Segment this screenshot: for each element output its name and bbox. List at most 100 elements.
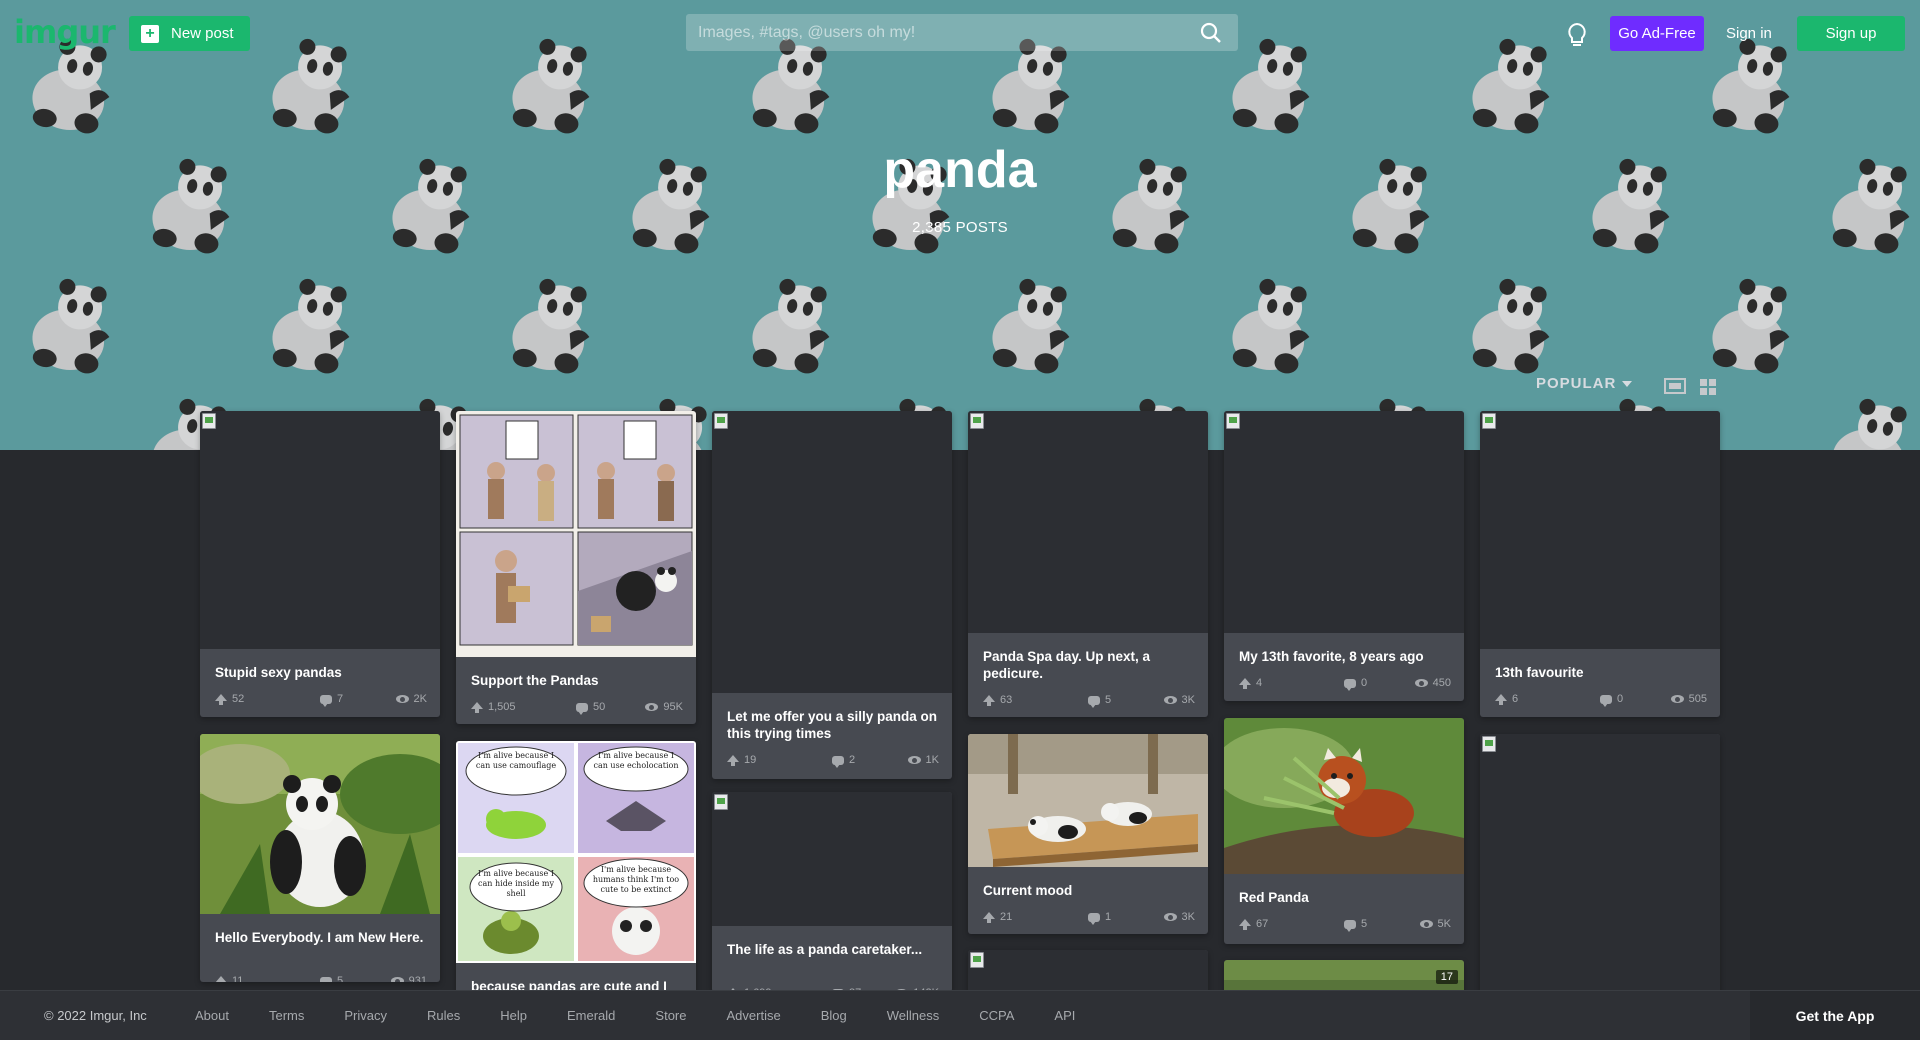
comic-panda-text: I'm alive because humans think I'm too c…: [592, 865, 680, 894]
post-title[interactable]: Hello Everybody. I am New Here.: [215, 929, 430, 946]
post-thumbnail[interactable]: [200, 411, 440, 649]
post-card[interactable]: Stupid sexy pandas 52 7 2K: [200, 411, 440, 717]
gallery-toolbar: POPULAR: [1536, 375, 1716, 395]
post-title[interactable]: Stupid sexy pandas: [215, 664, 430, 681]
post-thumbnail[interactable]: [1480, 734, 1720, 994]
eye-icon: [1163, 913, 1177, 921]
post-title[interactable]: My 13th favorite, 8 years ago: [1239, 648, 1454, 665]
post-card[interactable]: Panda Spa day. Up next, a pedicure. 63 5…: [968, 411, 1208, 717]
post-card[interactable]: I'm alive because I can use camouflage I…: [456, 741, 696, 1001]
post-thumbnail[interactable]: [200, 734, 440, 914]
panda-photo-image: [200, 734, 440, 914]
footer-link-terms[interactable]: Terms: [269, 991, 304, 1040]
post-thumbnail[interactable]: [1224, 718, 1464, 874]
get-the-app-button[interactable]: Get the App: [1750, 991, 1920, 1040]
post-title[interactable]: Support the Pandas: [471, 672, 686, 689]
post-card[interactable]: [1480, 734, 1720, 994]
footer-link-blog[interactable]: Blog: [821, 991, 847, 1040]
sign-up-button[interactable]: Sign up: [1797, 16, 1905, 51]
view-count: 931: [390, 975, 427, 982]
new-post-button[interactable]: + New post: [129, 16, 250, 51]
footer-link-advertise[interactable]: Advertise: [727, 991, 781, 1040]
post-title[interactable]: The life as a panda caretaker...: [727, 941, 942, 958]
comic-bat-text: I'm alive because I can use echolocation: [593, 751, 679, 770]
lightbulb-icon[interactable]: [1566, 22, 1588, 48]
post-card[interactable]: Hello Everybody. I am New Here. 11 5 931: [200, 734, 440, 982]
footer-link-emerald[interactable]: Emerald: [567, 991, 615, 1040]
upvote-count[interactable]: 4: [1239, 677, 1262, 689]
post-card[interactable]: 13th favourite 6 0 505: [1480, 411, 1720, 717]
upvote-count[interactable]: 6: [1495, 693, 1518, 705]
sign-in-link[interactable]: Sign in: [1726, 16, 1772, 51]
search-icon[interactable]: [1200, 22, 1222, 44]
post-thumbnail[interactable]: [1224, 411, 1464, 633]
eye-icon: [907, 756, 921, 764]
comment-count: 50: [576, 701, 605, 715]
broken-image-icon: [970, 952, 984, 968]
post-thumbnail[interactable]: [712, 411, 952, 693]
post-card[interactable]: Support the Pandas 1,505 50 95K: [456, 411, 696, 724]
upvote-count[interactable]: 67: [1239, 918, 1268, 930]
post-title[interactable]: Red Panda: [1239, 889, 1454, 906]
footer-link-privacy[interactable]: Privacy: [344, 991, 387, 1040]
comment-icon: [1344, 919, 1356, 932]
footer-link-rules[interactable]: Rules: [427, 991, 460, 1040]
footer-link-about[interactable]: About: [195, 991, 229, 1040]
copyright-text: © 2022 Imgur, Inc: [44, 1008, 147, 1023]
footer-link-help[interactable]: Help: [500, 991, 527, 1040]
comment-count: 1: [1088, 911, 1111, 925]
upvote-count[interactable]: 63: [983, 694, 1012, 706]
page-footer: © 2022 Imgur, Inc About Terms Privacy Ru…: [0, 990, 1920, 1040]
upvote-count[interactable]: 11: [215, 975, 243, 982]
post-title[interactable]: 13th favourite: [1495, 664, 1710, 681]
post-thumbnail[interactable]: [968, 734, 1208, 867]
footer-link-store[interactable]: Store: [655, 991, 686, 1040]
comment-icon: [576, 702, 588, 715]
post-thumbnail[interactable]: [968, 411, 1208, 633]
eye-icon: [645, 703, 659, 711]
post-card[interactable]: Red Panda 67 5 5K: [1224, 718, 1464, 944]
comment-count: 5: [1088, 694, 1111, 708]
imgur-logo[interactable]: imgur: [14, 14, 116, 50]
eye-icon: [1419, 920, 1433, 928]
upvote-count[interactable]: 21: [983, 911, 1012, 923]
comment-icon: [1088, 695, 1100, 708]
post-card[interactable]: Let me offer you a silly panda on this t…: [712, 411, 952, 779]
new-post-label: New post: [171, 25, 234, 42]
comment-count: 0: [1344, 677, 1367, 691]
post-stats: 19 2 1K: [727, 754, 939, 768]
post-title[interactable]: Panda Spa day. Up next, a pedicure.: [983, 648, 1198, 682]
upvote-count[interactable]: 1,505: [471, 701, 516, 713]
sort-dropdown[interactable]: POPULAR: [1536, 375, 1633, 392]
eye-icon: [390, 977, 404, 982]
grid-view-icon[interactable]: [1699, 378, 1717, 396]
post-thumbnail[interactable]: [712, 792, 952, 926]
upvote-count[interactable]: 52: [215, 693, 244, 705]
plus-icon: +: [141, 24, 159, 43]
post-card[interactable]: The life as a panda caretaker... 1,699 8…: [712, 792, 952, 992]
post-title[interactable]: Let me offer you a silly panda on this t…: [727, 708, 942, 742]
post-thumbnail[interactable]: [1480, 411, 1720, 649]
upvote-count[interactable]: 19: [727, 754, 756, 766]
post-card[interactable]: My 13th favorite, 8 years ago 4 0 450: [1224, 411, 1464, 701]
upvote-icon: [727, 754, 739, 766]
search-input[interactable]: [698, 14, 1178, 51]
comment-icon: [832, 755, 844, 768]
post-thumbnail[interactable]: I'm alive because I can use camouflage I…: [456, 741, 696, 963]
upvote-icon: [471, 701, 483, 713]
list-view-icon[interactable]: [1664, 378, 1686, 394]
footer-link-api[interactable]: API: [1054, 991, 1075, 1040]
search-bar: [686, 14, 1238, 51]
post-card[interactable]: Current mood 21 1 3K: [968, 734, 1208, 934]
post-stats: 21 1 3K: [983, 911, 1195, 925]
chevron-down-icon: [1622, 380, 1633, 387]
post-title[interactable]: Current mood: [983, 882, 1198, 899]
go-ad-free-button[interactable]: Go Ad-Free: [1610, 16, 1704, 51]
footer-link-ccpa[interactable]: CCPA: [979, 991, 1014, 1040]
footer-link-wellness[interactable]: Wellness: [887, 991, 940, 1040]
view-count: 95K: [645, 701, 683, 713]
post-thumbnail[interactable]: [456, 411, 696, 657]
red-panda-image: [1224, 718, 1464, 874]
upvote-icon: [1239, 677, 1251, 689]
upvote-icon: [983, 694, 995, 706]
